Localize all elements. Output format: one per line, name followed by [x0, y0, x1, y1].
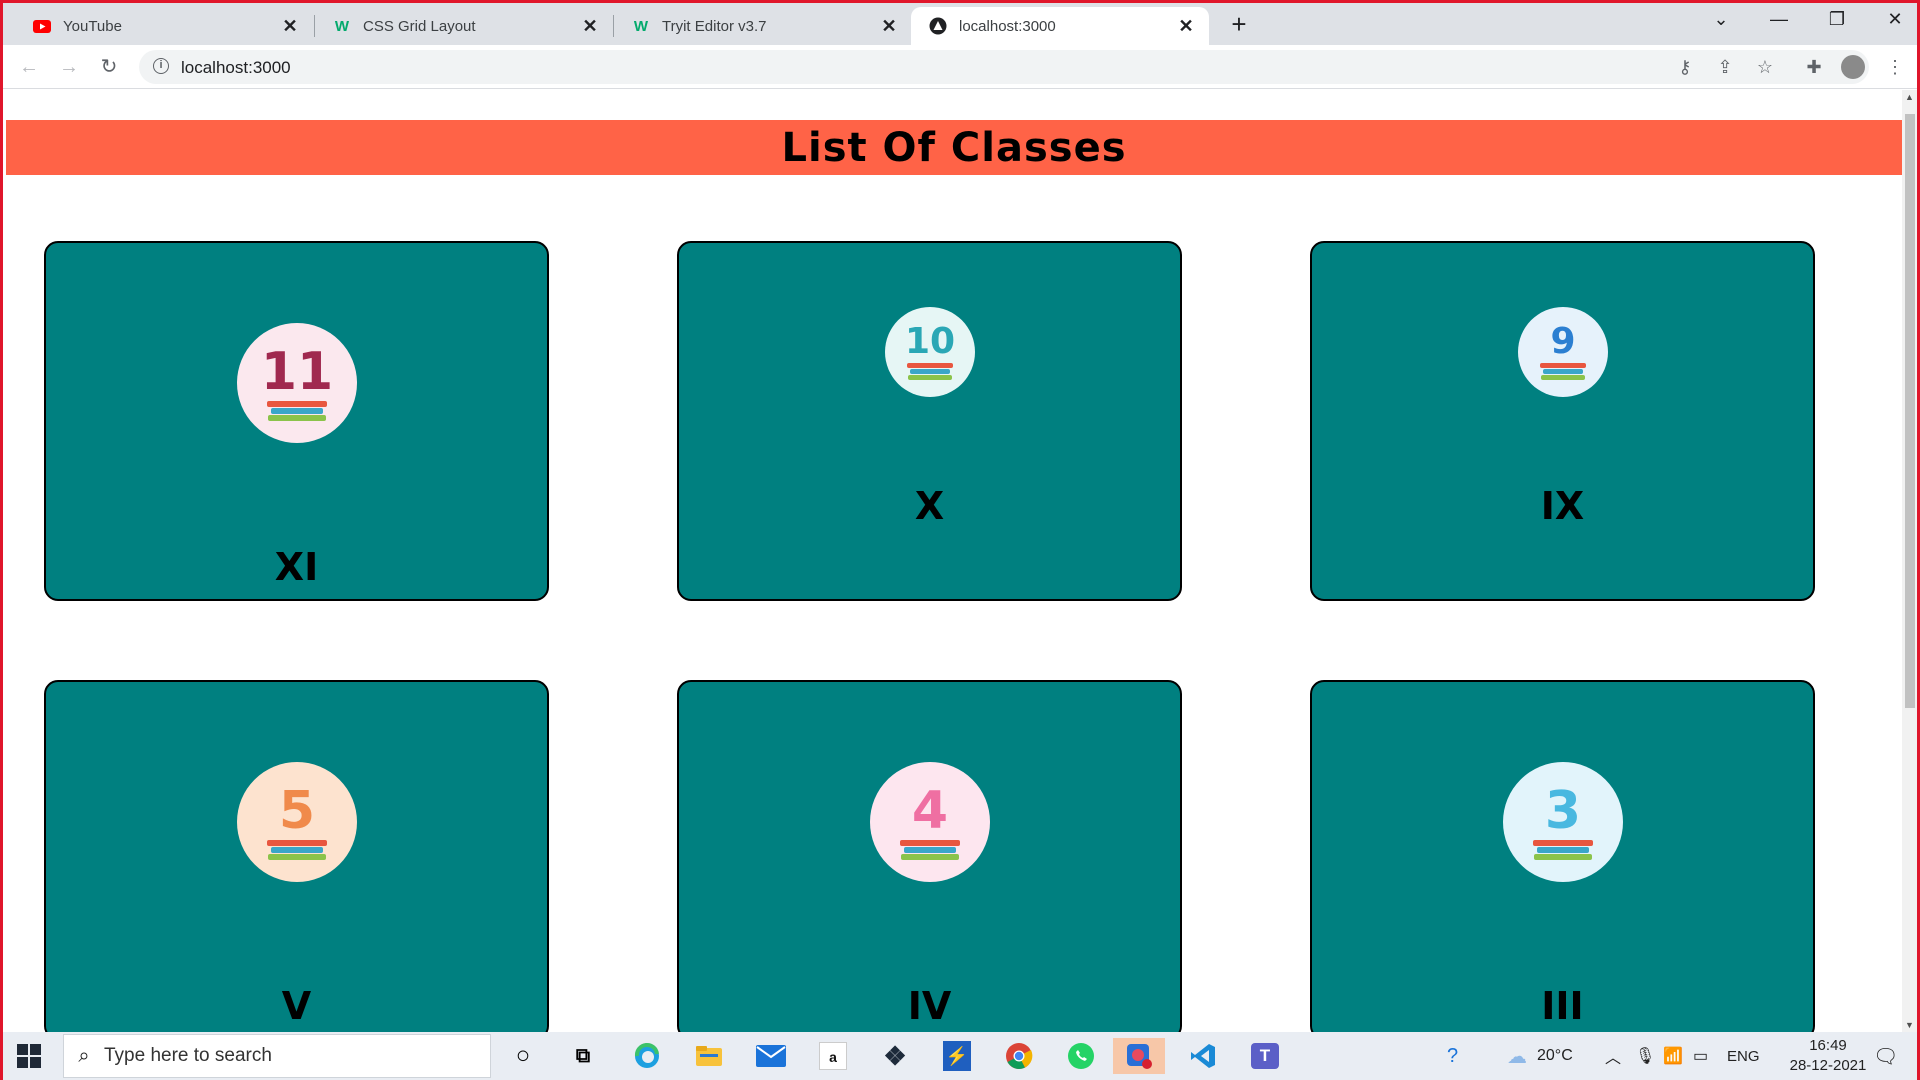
- new-tab-button[interactable]: +: [1225, 10, 1253, 38]
- tab-localhost[interactable]: localhost:3000 ✕: [911, 7, 1209, 45]
- back-arrow-icon[interactable]: ←: [15, 53, 43, 81]
- class-card-x[interactable]: 10 X: [677, 241, 1182, 601]
- tab-youtube[interactable]: YouTube ✕: [15, 7, 313, 45]
- w3schools-icon: W: [633, 17, 649, 35]
- youtube-icon: [33, 17, 51, 35]
- tab-title: CSS Grid Layout: [363, 17, 476, 35]
- weather-temperature: 20°C: [1537, 1047, 1573, 1064]
- search-icon: ⌕: [78, 1044, 90, 1067]
- page-title: List Of Classes: [781, 124, 1127, 171]
- class-10-books-icon: 10: [885, 307, 975, 397]
- clock-time: 16:49: [1809, 1037, 1847, 1054]
- class-3-books-icon: 3: [1503, 762, 1623, 882]
- menu-kebab-icon[interactable]: ⋮: [1883, 55, 1907, 79]
- class-card-v[interactable]: 5 V: [44, 680, 549, 1032]
- amazon-icon[interactable]: a: [813, 1038, 853, 1074]
- class-11-books-icon: 11: [237, 323, 357, 443]
- network-icon[interactable]: 📶: [1663, 1032, 1683, 1080]
- close-icon[interactable]: ✕: [880, 16, 898, 37]
- teams-icon[interactable]: T: [1245, 1038, 1285, 1074]
- cortana-icon[interactable]: ○: [503, 1038, 543, 1074]
- url-text[interactable]: localhost:3000: [181, 58, 291, 78]
- class-card-ix[interactable]: 9 IX: [1310, 241, 1815, 601]
- tab-css-grid[interactable]: W CSS Grid Layout ✕: [315, 7, 613, 45]
- extensions-icon[interactable]: ✚: [1802, 55, 1826, 79]
- tab-title: Tryit Editor v3.7: [662, 17, 767, 35]
- class-card-iv[interactable]: 4 IV: [677, 680, 1182, 1032]
- class-card-xi[interactable]: 11 XI: [44, 241, 549, 601]
- battery-icon[interactable]: ▭: [1693, 1032, 1708, 1080]
- notifications-icon[interactable]: 🗨: [1873, 1032, 1898, 1080]
- class-label: X: [914, 484, 945, 528]
- browser-toolbar: ← → ↻ i localhost:3000 ⚷ ⇪ ☆ ✚ ⋮: [3, 45, 1917, 89]
- class-card-iii[interactable]: 3 III: [1310, 680, 1815, 1032]
- taskbar-search-box[interactable]: ⌕ Type here to search: [63, 1034, 491, 1078]
- weather-cloud-icon: ☁: [1507, 1045, 1527, 1068]
- close-window-button[interactable]: ✕: [1875, 9, 1915, 30]
- page-viewport: List Of Classes 11 XI 10 X 9 IX 5 V 4 IV…: [6, 90, 1902, 1032]
- microphone-icon[interactable]: 🎙: [1635, 1032, 1655, 1080]
- file-explorer-icon[interactable]: [689, 1038, 729, 1074]
- tab-search-icon[interactable]: ⌄: [1701, 9, 1741, 30]
- page-header: List Of Classes: [6, 120, 1902, 175]
- tab-strip: YouTube ✕ W CSS Grid Layout ✕ W Tryit Ed…: [3, 3, 1917, 45]
- class-4-books-icon: 4: [870, 762, 990, 882]
- address-bar[interactable]: i localhost:3000: [139, 50, 1869, 84]
- scroll-up-arrow-icon[interactable]: ▲: [1902, 90, 1917, 104]
- reload-icon[interactable]: ↻: [95, 53, 123, 81]
- class-label: IV: [907, 984, 952, 1028]
- profile-avatar[interactable]: [1841, 55, 1865, 79]
- vscode-icon[interactable]: [1183, 1038, 1223, 1074]
- class-label: IX: [1540, 484, 1585, 528]
- edge-icon[interactable]: [627, 1038, 667, 1074]
- class-label: V: [281, 984, 312, 1028]
- dropbox-icon[interactable]: ❖: [875, 1038, 915, 1074]
- search-placeholder: Type here to search: [104, 1045, 272, 1066]
- chrome-icon[interactable]: [999, 1038, 1039, 1074]
- power-automate-icon[interactable]: ⚡: [937, 1038, 977, 1074]
- minimize-button[interactable]: —: [1759, 9, 1799, 30]
- whatsapp-icon[interactable]: [1061, 1038, 1101, 1074]
- class-9-books-icon: 9: [1518, 307, 1608, 397]
- share-icon[interactable]: ⇪: [1713, 55, 1737, 79]
- w3schools-icon: W: [334, 17, 350, 35]
- class-label: XI: [274, 545, 319, 589]
- show-hidden-icons-chevron-icon[interactable]: ︿: [1605, 1032, 1621, 1080]
- language-indicator[interactable]: ENG: [1727, 1032, 1760, 1080]
- key-icon[interactable]: ⚷: [1673, 55, 1697, 79]
- system-clock[interactable]: 16:49 28-12-2021: [1783, 1036, 1873, 1076]
- restore-button[interactable]: ❐: [1817, 9, 1857, 30]
- close-icon[interactable]: ✕: [281, 16, 299, 37]
- scroll-down-arrow-icon[interactable]: ▼: [1902, 1018, 1917, 1032]
- vertical-scrollbar[interactable]: ▲ ▼: [1902, 90, 1917, 1032]
- class-5-books-icon: 5: [237, 762, 357, 882]
- mail-icon[interactable]: [751, 1038, 791, 1074]
- weather-widget[interactable]: ☁ 20°C: [1507, 1032, 1573, 1080]
- windows-taskbar: ⌕ Type here to search ○ ⧉ a ❖ ⚡ T ? ☁ 20…: [3, 1032, 1917, 1080]
- close-icon[interactable]: ✕: [1177, 16, 1195, 37]
- help-icon[interactable]: ?: [1447, 1032, 1458, 1080]
- react-app-icon: [929, 17, 947, 35]
- windows-start-icon[interactable]: [17, 1044, 41, 1068]
- tab-title: YouTube: [63, 17, 122, 35]
- tab-tryit-editor[interactable]: W Tryit Editor v3.7 ✕: [614, 7, 912, 45]
- snipping-tool-icon[interactable]: [1113, 1038, 1165, 1074]
- clock-date: 28-12-2021: [1789, 1057, 1867, 1074]
- tab-title: localhost:3000: [959, 17, 1056, 35]
- class-label: III: [1541, 984, 1584, 1028]
- task-view-icon[interactable]: ⧉: [563, 1038, 603, 1074]
- bookmark-star-icon[interactable]: ☆: [1753, 55, 1777, 79]
- close-icon[interactable]: ✕: [581, 16, 599, 37]
- forward-arrow-icon[interactable]: →: [55, 53, 83, 81]
- scroll-thumb[interactable]: [1905, 114, 1915, 708]
- info-icon[interactable]: i: [153, 58, 169, 74]
